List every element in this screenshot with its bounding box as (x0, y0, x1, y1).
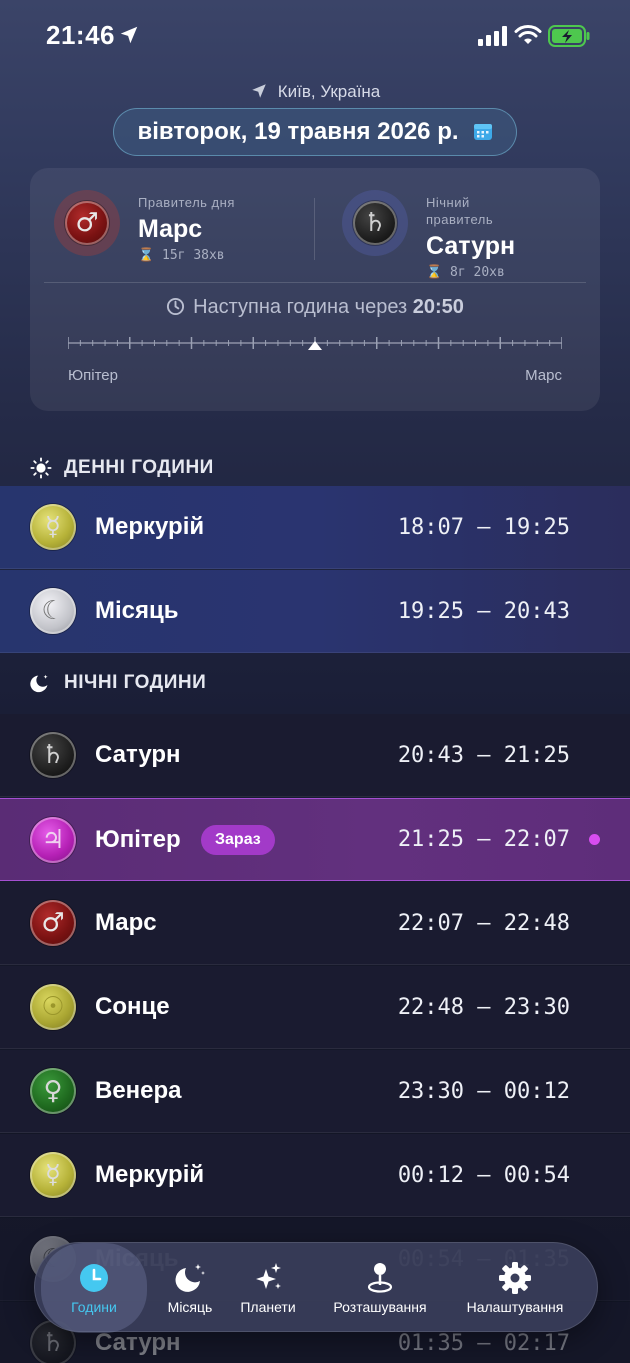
location-arrow-icon (251, 84, 266, 98)
day-ruler: ♂ Правитель дня Марс ⌛ 15г 38хв (54, 190, 235, 263)
tab-planets-label: Планети (240, 1299, 296, 1315)
planet-name: Марс (95, 909, 157, 936)
status-bar: 21:46 (0, 0, 630, 70)
hour-row[interactable]: ☉ Сонце 22:48 – 23:30 (0, 966, 630, 1049)
hour-time-range: 20:43 – 21:25 (397, 742, 570, 768)
hour-time-range: 22:07 – 22:48 (397, 910, 570, 936)
hour-time-range: 21:25 – 22:07 (397, 827, 570, 852)
hour-time-range: 18:07 – 19:25 (397, 514, 570, 540)
timeline-left-label: Юпітер (68, 367, 118, 384)
night-ruler-duration: ⌛ 8г 20хв (426, 265, 505, 280)
planet-name: Меркурій (95, 513, 205, 540)
clock-icon (80, 1264, 108, 1292)
night-ruler: ♄ Нічний правитель Сатурн ⌛ 8г 20хв (342, 190, 515, 280)
date-picker-button[interactable]: вівторок, 19 травня 2026 р. (113, 108, 517, 156)
gear-icon (499, 1262, 531, 1294)
location-arrow-icon (120, 26, 138, 44)
tab-location-label: Розташування (333, 1299, 427, 1315)
night-ruler-label-line2: правитель (426, 212, 494, 227)
day-ruler-duration: ⌛ 15г 38хв (138, 248, 225, 263)
status-time: 21:46 (46, 20, 115, 50)
tab-hours-label: Години (71, 1299, 117, 1315)
next-hour-countdown: Наступна година через 20:50 (30, 296, 600, 319)
mars-icon: ♂ (65, 201, 109, 245)
night-hours-title: НІЧНІ ГОДИНИ (64, 672, 207, 693)
tab-bar: Години Місяць Планети Розташування Налаш… (34, 1242, 598, 1333)
tab-moon-label: Місяць (167, 1299, 213, 1315)
tab-settings[interactable]: Налаштування (455, 1243, 575, 1333)
planet-name: Сатурн (95, 741, 181, 768)
saturn-icon: ♄ (353, 201, 397, 245)
hour-row[interactable]: ♂ Марс 22:07 – 22:48 (0, 882, 630, 965)
day-ruler-planet-badge: ♂ (54, 190, 120, 256)
sparkles-icon (256, 1263, 281, 1289)
calendar-icon (473, 124, 492, 140)
hour-time-range: 00:12 – 00:54 (397, 1162, 570, 1188)
night-duration-value: 8г 20хв (450, 265, 505, 280)
tab-settings-label: Налаштування (466, 1299, 564, 1315)
hour-row[interactable]: ☾ Місяць 19:25 – 20:43 (0, 570, 630, 653)
rulers-card: ♂ Правитель дня Марс ⌛ 15г 38хв ♄ Нічний… (30, 168, 600, 411)
planet-name: Сонце (95, 993, 170, 1020)
planet-icon: ☿ (30, 504, 76, 550)
moon-stars-icon (175, 1264, 205, 1292)
night-ruler-label-line1: Нічний (426, 195, 470, 210)
cellular-signal-icon (478, 26, 507, 46)
planet-name: Сатурн (95, 1329, 181, 1356)
planet-icon: ♂ (30, 900, 76, 946)
map-pin-icon (367, 1263, 393, 1293)
moon-stars-icon (30, 674, 48, 693)
hour-row[interactable]: ☿ Меркурій 18:07 – 19:25 (0, 486, 630, 569)
day-ruler-name: Марс (138, 215, 203, 243)
ruler-divider (314, 198, 315, 260)
sun-icon (30, 457, 52, 479)
planet-name: Місяць (95, 597, 179, 624)
location-label[interactable]: Київ, Україна (0, 82, 630, 102)
planet-icon: ♃ (30, 816, 76, 863)
card-divider (44, 282, 586, 283)
night-ruler-name: Сатурн (426, 232, 516, 260)
next-hour-time: 20:50 (412, 296, 464, 318)
next-hour-prefix: Наступна година через (193, 296, 408, 318)
tab-planets[interactable]: Планети (233, 1243, 303, 1333)
planet-icon: ☿ (30, 1152, 76, 1198)
day-hours-title: ДЕННІ ГОДИНИ (64, 457, 214, 478)
planet-icon: ☾ (30, 588, 76, 634)
now-badge: Зараз (201, 824, 275, 855)
hour-time-range: 19:25 – 20:43 (397, 598, 570, 624)
hour-time-range: 23:30 – 00:12 (397, 1078, 570, 1104)
timer-icon (167, 297, 185, 316)
hour-time-range: 22:48 – 23:30 (397, 994, 570, 1020)
hour-time-range: 01:35 – 02:17 (397, 1330, 570, 1356)
date-text: вівторок, 19 травня 2026 р. (137, 118, 459, 145)
hour-row-current[interactable]: ♃ Юпітер Зараз 21:25 – 22:07 (0, 798, 630, 881)
tab-moon[interactable]: Місяць (147, 1243, 233, 1333)
current-indicator-dot (589, 834, 600, 845)
day-duration-value: 15г 38хв (162, 248, 225, 263)
planet-icon: ☉ (30, 984, 76, 1030)
tab-hours[interactable]: Години (41, 1243, 147, 1333)
wifi-icon (514, 25, 542, 44)
night-hours-header: НІЧНІ ГОДИНИ (0, 653, 630, 713)
day-ruler-label: Правитель дня (138, 195, 235, 210)
planet-name: Юпітер (95, 825, 181, 853)
location-text: Київ, Україна (277, 82, 381, 101)
battery-charging-icon (548, 25, 590, 47)
tab-location[interactable]: Розташування (315, 1243, 445, 1333)
hour-row[interactable]: ♄ Сатурн 20:43 – 21:25 (0, 714, 630, 797)
planet-icon: ♄ (30, 732, 76, 778)
timeline-right-label: Марс (525, 367, 562, 384)
hour-row[interactable]: ♀ Венера 23:30 – 00:12 (0, 1050, 630, 1133)
night-ruler-planet-badge: ♄ (342, 190, 408, 256)
hour-timeline (68, 337, 562, 350)
planet-name: Венера (95, 1077, 182, 1104)
planet-icon: ♀ (30, 1068, 76, 1114)
planet-name: Меркурій (95, 1161, 205, 1188)
hour-row[interactable]: ☿ Меркурій 00:12 – 00:54 (0, 1134, 630, 1217)
night-ruler-label: Нічний правитель (426, 194, 515, 228)
